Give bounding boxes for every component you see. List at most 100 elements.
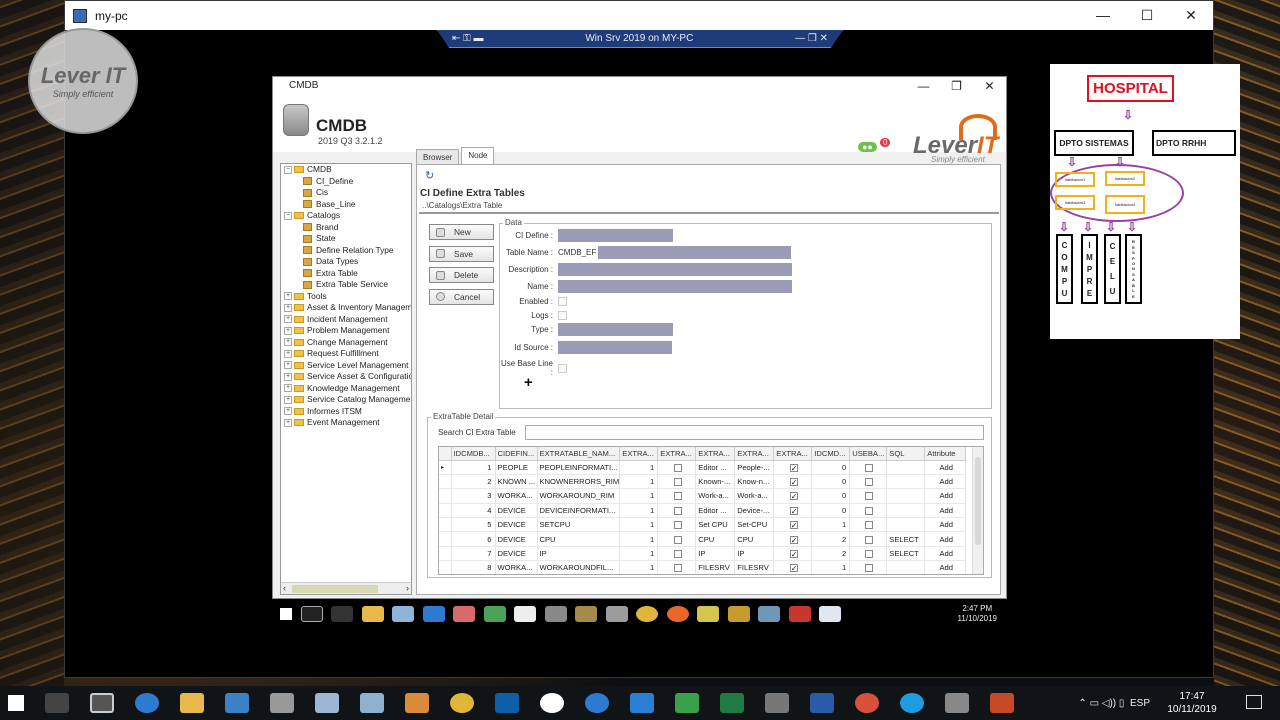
project-icon[interactable] (675, 693, 699, 713)
table-cell[interactable] (886, 560, 926, 574)
table-cell[interactable]: 0 (811, 474, 851, 490)
table-cell[interactable]: FILESRV (695, 560, 736, 574)
ie-icon[interactable] (585, 693, 609, 713)
window-icon[interactable] (90, 693, 114, 713)
table-cell-checkbox[interactable] (657, 460, 697, 475)
table-cell[interactable]: SELECT (886, 531, 926, 547)
table-cell[interactable]: PEOPLE (495, 460, 538, 475)
table-cell[interactable]: DEVICEINFORMATI... (537, 503, 621, 519)
extratable-grid[interactable]: IDCMDB... CIDEFIN... EXTRATABLE_NAM... EXTR… (438, 446, 984, 575)
checkbox-icon[interactable] (673, 506, 682, 515)
table-cell[interactable]: Add (924, 546, 967, 562)
tree-item[interactable]: + Service Catalog Management (281, 394, 411, 406)
tree-item[interactable]: + Service Level Management (281, 360, 411, 372)
table-cell-checkbox[interactable] (657, 517, 697, 533)
table-cell[interactable]: 1 (811, 560, 851, 574)
row-selector[interactable]: ▸ (439, 460, 452, 475)
table-cell[interactable]: CPU (695, 531, 736, 547)
notepad-icon[interactable] (819, 606, 841, 622)
table-cell[interactable]: 1 (619, 531, 659, 547)
table-cell[interactable] (886, 503, 926, 519)
tree-item[interactable]: Brand (281, 222, 411, 234)
table-row[interactable]: 6 DEVICE CPU 1 CPU CPU ✓ 2 SELECT Add (439, 531, 967, 547)
table-cell[interactable]: Add (924, 488, 967, 504)
table-cell[interactable]: 1 (619, 517, 659, 533)
checkbox-icon[interactable] (673, 478, 682, 487)
whatsapp-icon[interactable] (540, 693, 564, 713)
table-cell[interactable]: Work-a... (695, 488, 736, 504)
save-button[interactable]: Save (429, 245, 494, 262)
table-cell[interactable]: 2 (811, 531, 851, 547)
tree-item[interactable]: Extra Table (281, 268, 411, 280)
table-name-field[interactable] (598, 246, 791, 259)
table-cell[interactable]: 2 (451, 474, 496, 490)
tree-item[interactable]: Define Relation Type (281, 245, 411, 257)
tree-item[interactable]: + Knowledge Management (281, 383, 411, 395)
enabled-checkbox[interactable] (558, 297, 567, 306)
use-base-line-checkbox[interactable] (558, 363, 567, 373)
checked-checkbox-icon[interactable]: ✓ (789, 564, 798, 573)
expand-icon[interactable]: + (284, 361, 292, 370)
checkbox-icon[interactable] (673, 521, 682, 530)
ci-define-select[interactable] (558, 229, 673, 242)
checkbox-icon[interactable] (673, 564, 682, 573)
expand-icon[interactable]: + (284, 338, 292, 347)
connection-bar[interactable]: ⇤ ⚿ ▬ Win Srv 2019 on MY-PC — ❐ ✕ (437, 30, 843, 48)
explorer-icon[interactable] (361, 606, 384, 622)
row-selector[interactable] (439, 488, 452, 504)
expand-icon[interactable]: + (284, 292, 292, 301)
column-header[interactable]: EXTRATABLE_NAM... (537, 447, 621, 461)
scrollbar-thumb[interactable] (292, 585, 378, 593)
logs-checkbox[interactable] (558, 311, 567, 320)
search-input[interactable] (524, 425, 984, 440)
column-header[interactable]: USEBA... (849, 447, 888, 461)
table-cell[interactable]: 1 (619, 503, 659, 519)
close-button[interactable]: ✕ (1169, 7, 1213, 24)
table-cell-checkbox[interactable] (657, 503, 697, 519)
table-cell-checkbox[interactable] (849, 517, 888, 533)
table-row[interactable]: 5 DEVICE SETCPU 1 Set CPU Set-CPU ✓ 1 Add (439, 517, 967, 533)
checkbox-icon[interactable] (673, 550, 682, 559)
tree-item[interactable]: State (281, 233, 411, 245)
maximize-button[interactable]: ☐ (1125, 7, 1169, 24)
table-row[interactable]: 7 DEVICE IP 1 IP IP ✓ 2 SELECT Add (439, 546, 967, 562)
column-header[interactable]: EXTRA... (695, 447, 736, 461)
table-cell-checkbox[interactable] (849, 546, 888, 562)
remote-icon[interactable] (758, 606, 780, 622)
chrome-icon[interactable] (450, 693, 474, 713)
expand-icon[interactable]: + (284, 395, 292, 404)
tree-item[interactable]: Extra Table Service (281, 279, 411, 291)
app-icon[interactable] (392, 606, 414, 622)
table-cell[interactable]: Work-a... (734, 488, 775, 504)
table-cell-checkbox[interactable] (849, 531, 888, 547)
type-select[interactable] (558, 323, 673, 336)
explorer-icon[interactable] (180, 693, 204, 713)
table-cell-checkbox[interactable]: ✓ (773, 503, 813, 519)
task-view-icon[interactable] (331, 606, 353, 622)
expand-icon[interactable]: + (284, 303, 292, 312)
checked-checkbox-icon[interactable]: ✓ (789, 535, 798, 544)
table-cell[interactable]: Add (924, 474, 967, 490)
table-cell[interactable]: 4 (451, 503, 496, 519)
table-cell-checkbox[interactable]: ✓ (773, 517, 813, 533)
store-icon[interactable] (225, 693, 249, 713)
table-cell-checkbox[interactable] (849, 474, 888, 490)
column-header[interactable]: EXTRA... (657, 447, 697, 461)
table-cell[interactable]: DEVICE (495, 546, 538, 562)
table-cell[interactable]: 1 (619, 546, 659, 562)
table-row[interactable]: 2 KNOWN ... KNOWNERRORS_RIM 1 Known-... Know-… (439, 474, 967, 490)
expand-icon[interactable]: + (284, 418, 292, 427)
collapse-icon[interactable]: − (284, 165, 292, 174)
table-cell[interactable]: IP (537, 546, 621, 562)
start-icon[interactable] (280, 608, 292, 620)
windows-start-icon[interactable] (8, 695, 24, 711)
system-tray[interactable]: ⌃ ▭ ◁)) ▯ ESP (1078, 686, 1150, 720)
table-cell[interactable]: Set-CPU (734, 517, 775, 533)
tree-item[interactable]: + Event Management (281, 417, 411, 429)
cmdb-restore-button[interactable]: ❐ (940, 79, 973, 93)
tree-item[interactable]: + Tools (281, 291, 411, 303)
table-cell-checkbox[interactable]: ✓ (773, 560, 813, 574)
table-cell[interactable]: 0 (811, 460, 851, 475)
column-header[interactable]: EXTRA... (734, 447, 775, 461)
table-cell[interactable]: Know-n... (734, 474, 775, 490)
